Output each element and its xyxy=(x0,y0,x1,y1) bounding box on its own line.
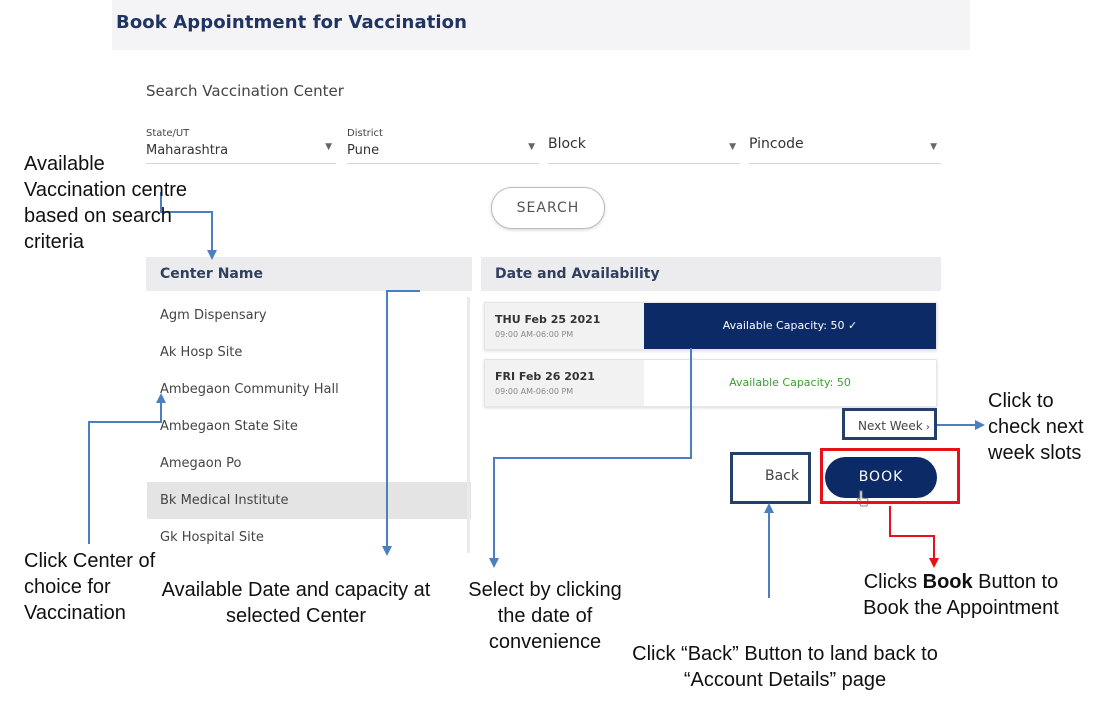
note-back: Click “Back” Button to land back to “Acc… xyxy=(632,643,938,691)
arrow-from-slot xyxy=(489,348,692,568)
note-book-bold: Book xyxy=(922,571,973,593)
note-click-center: Click Center of choice for Vaccination xyxy=(24,550,156,624)
arrow-to-book-note xyxy=(889,506,939,568)
arrow-to-center-item xyxy=(88,393,166,544)
arrow-to-availability xyxy=(382,290,420,556)
note-available-centres: Available Vaccination centre based on se… xyxy=(24,153,188,253)
note-select-date: Select by clicking the date of convenien… xyxy=(468,579,622,653)
note-book-prefix: Clicks xyxy=(863,571,923,593)
note-available-date: Available Date and capacity at selected … xyxy=(161,579,431,627)
note-book: Clicks Book Button to Book the Appointme… xyxy=(848,569,1074,621)
note-next-week: Click to check next week slots xyxy=(988,390,1084,464)
